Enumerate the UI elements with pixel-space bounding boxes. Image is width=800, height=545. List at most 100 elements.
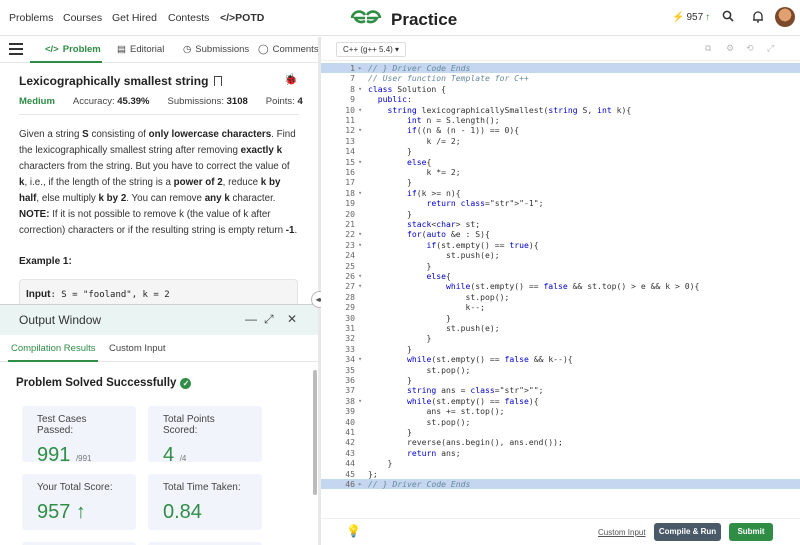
- problem-title: Lexicographically smallest string: [19, 74, 223, 88]
- code-line[interactable]: 16 k *= 2;: [321, 167, 800, 177]
- fold-icon[interactable]: ▾: [358, 125, 362, 135]
- code-line[interactable]: 23 ▾ if(st.empty() == true){: [321, 240, 800, 250]
- menu-icon[interactable]: [9, 43, 23, 58]
- nav-contests-link[interactable]: Contests: [168, 12, 209, 24]
- bookmark-icon[interactable]: [214, 76, 223, 86]
- avatar[interactable]: [775, 7, 795, 27]
- code-line[interactable]: 46 ▸ // } Driver Code Ends: [321, 479, 800, 490]
- minimize-icon[interactable]: —: [245, 312, 257, 326]
- code-line[interactable]: 11 int n = S.length();: [321, 115, 800, 125]
- code-line[interactable]: 42 reverse(ans.begin(), ans.end());: [321, 437, 800, 447]
- code-line[interactable]: 7 // User function Template for C++: [321, 73, 800, 83]
- code-text: }: [368, 427, 412, 437]
- fold-icon[interactable]: ▾: [358, 84, 362, 94]
- code-line[interactable]: 14 }: [321, 146, 800, 156]
- code-line[interactable]: 24 st.push(e);: [321, 250, 800, 260]
- code-text: }: [368, 146, 412, 157]
- code-icon: </>: [45, 44, 59, 55]
- practice-logo[interactable]: Practice: [349, 8, 457, 32]
- code-line[interactable]: 18 ▾ if(k >= n){: [321, 188, 800, 198]
- line-number: 44: [345, 458, 355, 469]
- fold-icon[interactable]: ▾: [358, 229, 362, 239]
- settings-icon[interactable]: ⚙: [726, 43, 734, 54]
- fold-icon[interactable]: ▾: [358, 396, 362, 406]
- code-line[interactable]: 20 }: [321, 209, 800, 219]
- code-line[interactable]: 21 stack<char> st;: [321, 219, 800, 229]
- gfg-logo-icon: [350, 10, 382, 24]
- nav-problems-link[interactable]: Problems: [9, 12, 53, 24]
- fold-icon[interactable]: ▾: [358, 281, 362, 291]
- code-line[interactable]: 1 ▸ // } Driver Code Ends: [321, 63, 800, 74]
- tab-editorial[interactable]: ▤ Editorial: [117, 44, 164, 55]
- tab-submissions[interactable]: ◷ Submissions: [183, 44, 249, 55]
- streak-counter[interactable]: ⚡ 957 ↑: [672, 12, 710, 23]
- tab-compilation-results[interactable]: Compilation Results: [11, 343, 95, 354]
- result-status: Problem Solved Successfully ✓: [16, 377, 192, 389]
- nav-get-hired-link[interactable]: Get Hired: [112, 12, 157, 24]
- code-line[interactable]: 30 }: [321, 313, 800, 323]
- fullscreen-icon[interactable]: ⤢: [767, 43, 774, 54]
- code-line[interactable]: 34 ▾ while(st.empty() == false && k--){: [321, 354, 800, 364]
- bell-icon[interactable]: [750, 10, 766, 26]
- submit-button[interactable]: Submit: [729, 523, 773, 541]
- code-text: stack<char> st;: [406, 219, 481, 229]
- reset-icon[interactable]: ⟲: [746, 43, 754, 54]
- custom-input-link[interactable]: Custom Input: [598, 528, 646, 537]
- tab-comments[interactable]: ◯ Comments: [258, 44, 319, 55]
- code-line[interactable]: 39 ans += st.top();: [321, 406, 800, 416]
- code-line[interactable]: 38 ▾ while(st.empty() == false){: [321, 396, 800, 406]
- language-select[interactable]: C++ (g++ 5.4) ▾: [336, 42, 407, 57]
- code-line[interactable]: 26 ▾ else{: [321, 271, 800, 281]
- fold-icon[interactable]: ▾: [358, 157, 362, 167]
- expand-icon[interactable]: ⤢: [264, 312, 274, 327]
- code-line[interactable]: 15 ▾ else{: [321, 157, 800, 167]
- code-line[interactable]: 43 return ans;: [321, 448, 800, 458]
- code-line[interactable]: 19 return class="str">"-1";: [321, 198, 800, 208]
- nav-courses-link[interactable]: Courses: [63, 12, 102, 24]
- streak-value: 957: [686, 12, 704, 23]
- code-line[interactable]: 36 }: [321, 375, 800, 385]
- code-line[interactable]: 31 st.push(e);: [321, 323, 800, 333]
- code-line[interactable]: 40 st.pop();: [321, 417, 800, 427]
- fold-icon[interactable]: ▸: [358, 479, 362, 489]
- compile-run-button[interactable]: Compile & Run: [654, 523, 721, 541]
- code-line[interactable]: 28 st.pop();: [321, 292, 800, 302]
- code-line[interactable]: 12 ▾ if((n & (n - 1)) == 0){: [321, 125, 800, 135]
- fold-icon[interactable]: ▾: [358, 354, 362, 364]
- tab-custom-input[interactable]: Custom Input: [109, 343, 166, 354]
- nav-potd-link[interactable]: </>POTD: [220, 12, 264, 24]
- code-line[interactable]: 35 st.pop();: [321, 365, 800, 375]
- code-line[interactable]: 41 }: [321, 427, 800, 437]
- code-line[interactable]: 10 ▾ string lexicographicallySmallest(str…: [321, 105, 800, 115]
- output-window: Output Window — ⤢ ✕ Compilation Results …: [0, 304, 318, 545]
- search-icon[interactable]: [720, 10, 736, 26]
- code-line[interactable]: 33 }: [321, 344, 800, 354]
- code-text: }: [368, 260, 432, 271]
- code-line[interactable]: 29 k--;: [321, 302, 800, 312]
- code-text: string ans = class="str">"";: [406, 385, 544, 396]
- lightbulb-icon[interactable]: 💡: [346, 524, 361, 538]
- fold-icon[interactable]: ▾: [358, 105, 362, 115]
- bug-report-icon[interactable]: 🐞: [284, 73, 298, 86]
- code-line[interactable]: 27 ▾ while(st.empty() == false && st.top(…: [321, 281, 800, 291]
- code-line[interactable]: 44 }: [321, 458, 800, 468]
- code-line[interactable]: 32 }: [321, 333, 800, 343]
- fold-icon[interactable]: ▾: [358, 188, 362, 198]
- code-line[interactable]: 22 ▾ for(auto &e : S){: [321, 229, 800, 239]
- clock-icon: ◷: [183, 44, 192, 55]
- code-line[interactable]: 8 ▾ class Solution {: [321, 84, 800, 94]
- copy-icon[interactable]: ⧉: [705, 43, 711, 54]
- code-line[interactable]: 17 }: [321, 177, 800, 187]
- code-editor[interactable]: 1 ▸// } Driver Code Ends 7// User function…: [321, 61, 800, 518]
- tab-problem[interactable]: </> Problem: [45, 44, 101, 55]
- fold-icon[interactable]: ▾: [358, 240, 362, 250]
- fold-icon[interactable]: ▾: [358, 271, 362, 281]
- code-line[interactable]: 13 k /= 2;: [321, 136, 800, 146]
- output-scrollbar[interactable]: [313, 370, 317, 495]
- code-line[interactable]: 45};: [321, 469, 800, 479]
- code-line[interactable]: 9 public:: [321, 94, 800, 104]
- code-line[interactable]: 37 string ans = class="str">"";: [321, 385, 800, 395]
- fold-icon[interactable]: ▸: [358, 63, 362, 73]
- close-icon[interactable]: ✕: [287, 312, 297, 326]
- code-line[interactable]: 25 }: [321, 261, 800, 271]
